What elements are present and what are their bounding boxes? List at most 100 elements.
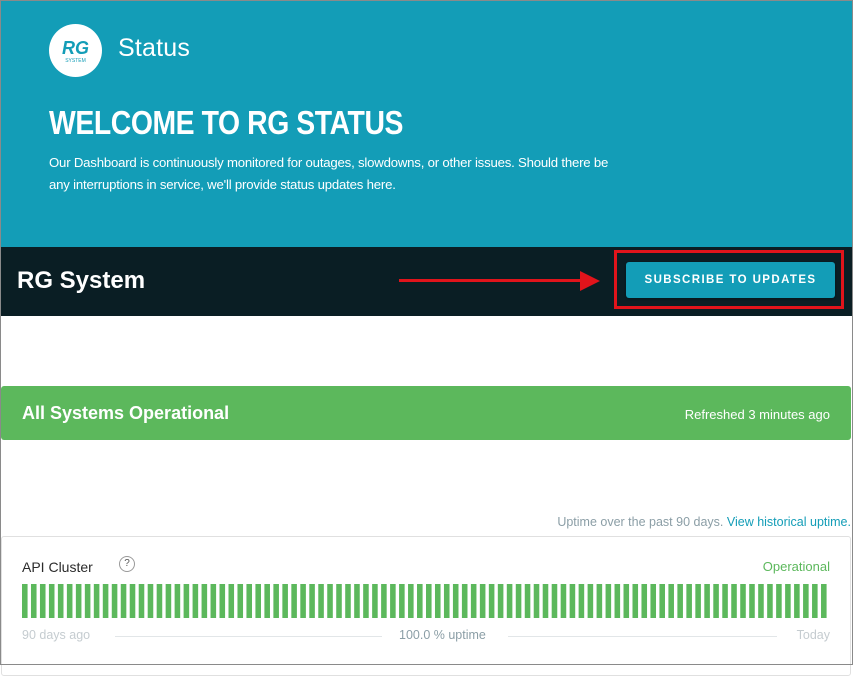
uptime-day-bar[interactable]: [686, 584, 692, 618]
status-banner: All Systems Operational Refreshed 3 minu…: [1, 386, 851, 440]
uptime-day-bar[interactable]: [165, 584, 172, 618]
uptime-day-bar[interactable]: [677, 584, 683, 618]
uptime-day-bar[interactable]: [632, 584, 639, 618]
uptime-day-bar[interactable]: [246, 584, 253, 618]
uptime-day-bar[interactable]: [255, 584, 261, 618]
uptime-day-bar[interactable]: [821, 584, 827, 618]
uptime-day-bar[interactable]: [731, 584, 737, 618]
uptime-day-bar[interactable]: [704, 584, 710, 618]
uptime-day-bar[interactable]: [461, 584, 468, 618]
uptime-day-bar[interactable]: [408, 584, 414, 618]
uptime-day-bar[interactable]: [596, 584, 603, 618]
uptime-day-bar[interactable]: [434, 584, 441, 618]
uptime-day-bar[interactable]: [758, 584, 764, 618]
uptime-day-bar[interactable]: [533, 584, 540, 618]
uptime-day-bar[interactable]: [812, 584, 818, 618]
uptime-day-bar[interactable]: [39, 584, 46, 618]
uptime-day-bar[interactable]: [390, 584, 396, 618]
uptime-day-bar[interactable]: [75, 584, 82, 618]
uptime-day-bar[interactable]: [470, 584, 477, 618]
uptime-day-bar[interactable]: [183, 584, 190, 618]
uptime-day-bar[interactable]: [713, 584, 719, 618]
uptime-day-bar[interactable]: [273, 584, 279, 618]
uptime-day-bar[interactable]: [264, 584, 270, 618]
uptime-day-bar[interactable]: [237, 584, 244, 618]
uptime-day-bar[interactable]: [497, 584, 504, 618]
uptime-day-bar[interactable]: [22, 584, 28, 618]
uptime-day-bar[interactable]: [129, 584, 136, 618]
historical-uptime-link[interactable]: View historical uptime.: [727, 515, 851, 529]
uptime-day-bar[interactable]: [524, 584, 531, 618]
uptime-day-bar[interactable]: [354, 584, 360, 618]
uptime-day-bar[interactable]: [641, 584, 648, 618]
uptime-day-bar[interactable]: [219, 584, 226, 618]
help-icon[interactable]: ?: [119, 556, 135, 572]
uptime-day-bar[interactable]: [426, 584, 432, 618]
uptime-day-bar[interactable]: [66, 584, 73, 618]
uptime-day-bar[interactable]: [156, 584, 163, 618]
uptime-day-bar[interactable]: [345, 584, 351, 618]
uptime-day-bar[interactable]: [228, 584, 235, 618]
uptime-day-bar[interactable]: [695, 584, 701, 618]
legend-start: 90 days ago: [22, 628, 91, 642]
uptime-day-bar[interactable]: [327, 584, 333, 618]
uptime-day-bar[interactable]: [300, 584, 306, 618]
uptime-day-bar[interactable]: [120, 584, 127, 618]
uptime-day-bar[interactable]: [372, 584, 378, 618]
uptime-day-bar[interactable]: [452, 584, 459, 618]
uptime-day-bar[interactable]: [138, 584, 145, 618]
uptime-day-bar[interactable]: [363, 584, 369, 618]
uptime-day-bar[interactable]: [48, 584, 55, 618]
uptime-day-bar[interactable]: [399, 584, 405, 618]
uptime-day-bar[interactable]: [282, 584, 288, 618]
uptime-day-bar[interactable]: [210, 584, 217, 618]
uptime-day-bar[interactable]: [488, 584, 495, 618]
uptime-day-bar[interactable]: [551, 584, 558, 618]
uptime-day-bar[interactable]: [614, 584, 621, 618]
uptime-day-bar[interactable]: [318, 584, 324, 618]
uptime-day-bar[interactable]: [506, 584, 513, 618]
uptime-day-bar[interactable]: [30, 584, 37, 618]
uptime-day-bar[interactable]: [515, 584, 522, 618]
uptime-day-bar[interactable]: [569, 584, 576, 618]
uptime-day-bar[interactable]: [111, 584, 118, 618]
uptime-day-bar[interactable]: [668, 584, 674, 618]
uptime-day-bar[interactable]: [749, 584, 755, 618]
uptime-day-bar[interactable]: [84, 584, 91, 618]
uptime-day-bar[interactable]: [417, 584, 423, 618]
uptime-day-bar[interactable]: [794, 584, 800, 618]
overall-status: All Systems Operational: [22, 403, 230, 423]
uptime-day-bar[interactable]: [309, 584, 315, 618]
logo[interactable]: RG SYSTEM: [49, 24, 102, 77]
uptime-day-bar[interactable]: [479, 584, 486, 618]
uptime-day-bar[interactable]: [650, 584, 657, 618]
uptime-day-bar[interactable]: [785, 584, 791, 618]
uptime-day-bar[interactable]: [443, 584, 450, 618]
uptime-day-bar[interactable]: [381, 584, 387, 618]
logo-text: RG: [62, 38, 89, 58]
uptime-day-bar[interactable]: [767, 584, 773, 618]
subscribe-button[interactable]: SUBSCRIBE TO UPDATES: [626, 262, 835, 298]
uptime-day-bar[interactable]: [623, 584, 630, 618]
uptime-day-bar[interactable]: [147, 584, 154, 618]
uptime-day-bar[interactable]: [740, 584, 746, 618]
uptime-day-bar[interactable]: [776, 584, 782, 618]
uptime-day-bar[interactable]: [102, 584, 109, 618]
uptime-day-bar[interactable]: [605, 584, 612, 618]
legend-divider: [115, 636, 382, 637]
uptime-day-bar[interactable]: [560, 584, 567, 618]
uptime-day-bar[interactable]: [291, 584, 297, 618]
uptime-day-bar[interactable]: [722, 584, 728, 618]
uptime-day-bar[interactable]: [201, 584, 208, 618]
uptime-day-bar[interactable]: [803, 584, 809, 618]
uptime-day-bar[interactable]: [192, 584, 199, 618]
uptime-day-bar[interactable]: [174, 584, 181, 618]
uptime-day-bar[interactable]: [336, 584, 342, 618]
uptime-day-bar[interactable]: [57, 584, 64, 618]
uptime-day-bar[interactable]: [578, 584, 585, 618]
uptime-day-bar[interactable]: [93, 584, 100, 618]
hero-description: Our Dashboard is continuously monitored …: [49, 155, 609, 192]
uptime-day-bar[interactable]: [659, 584, 665, 618]
uptime-day-bar[interactable]: [587, 584, 594, 618]
uptime-day-bar[interactable]: [542, 584, 549, 618]
